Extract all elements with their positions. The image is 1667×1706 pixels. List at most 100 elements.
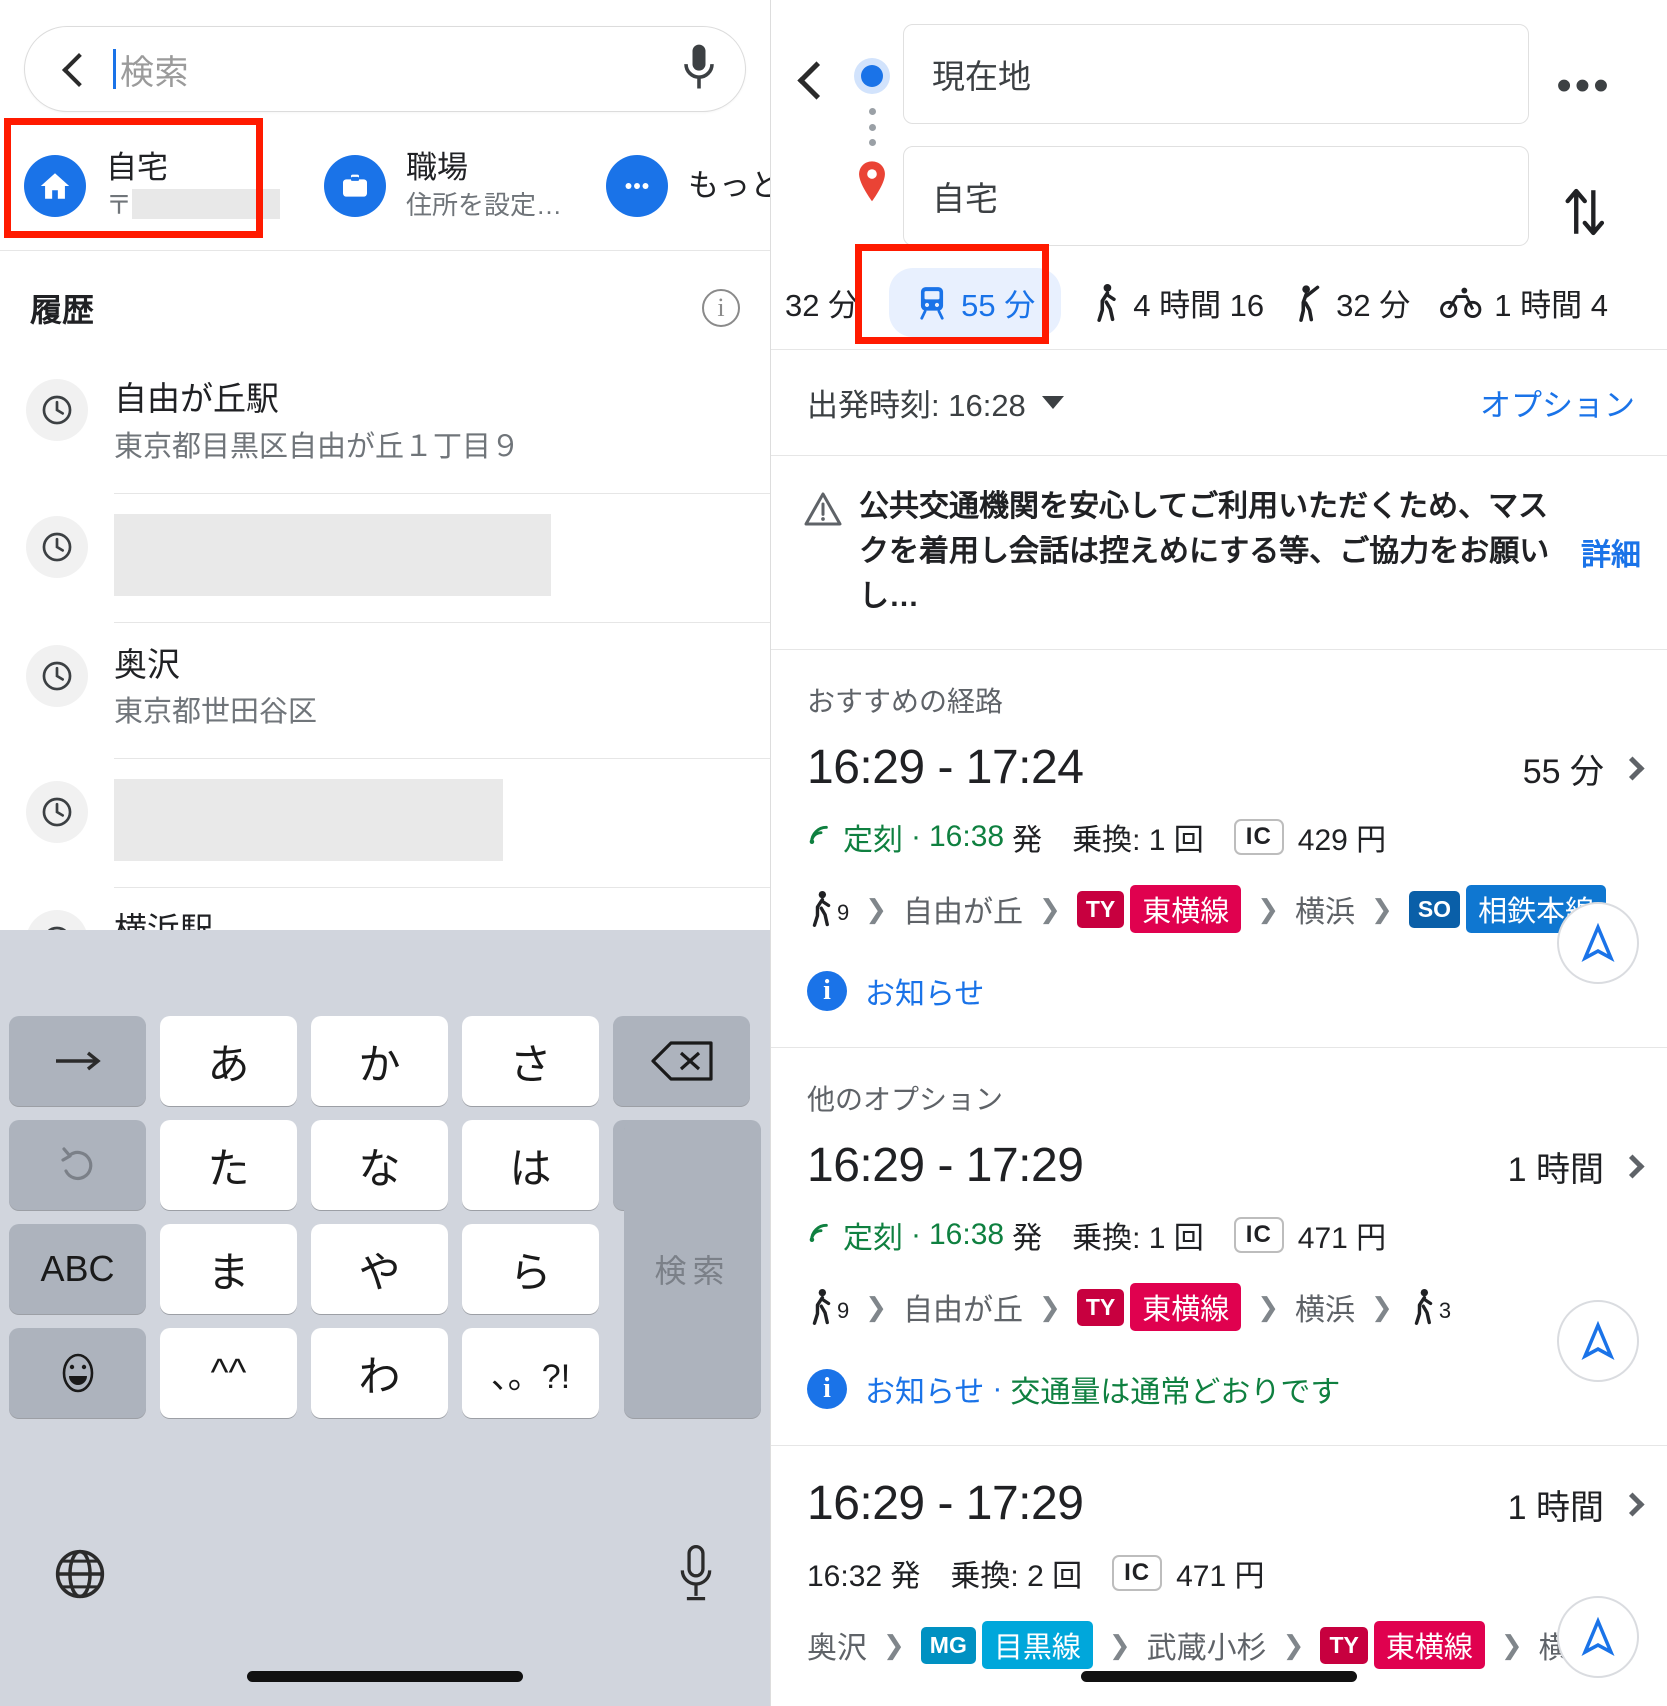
key-search[interactable]: 検索 xyxy=(624,1120,761,1418)
route-fields: 現在地 自宅 xyxy=(903,24,1529,246)
route-meta: 定刻 · 16:38 発 乗換: 1 回 IC 471 円 xyxy=(807,1213,1641,1257)
info-outline-icon[interactable]: i xyxy=(702,289,740,327)
mode-cycling-label: 1 時間 4 xyxy=(1494,288,1608,323)
history-item-address: 東京都世田谷区 xyxy=(114,696,318,729)
route-legs: 奥沢 ❯ MG 目黒線 ❯ 武蔵小杉 ❯ TY 東横線 ❯ 横浜 xyxy=(807,1621,1641,1669)
leg-station: 奥沢 xyxy=(807,1632,867,1665)
route-card[interactable]: 16:29 - 17:29 1 時間 16:32 発 乗換: 2 回 IC 47… xyxy=(771,1446,1667,1706)
route-card[interactable]: 16:29 - 17:24 55 分 定刻 · 16:38 発 乗換: 1 回 … xyxy=(771,728,1667,1047)
more-horizontal-icon[interactable]: ••• xyxy=(1556,64,1611,108)
key-sa[interactable]: さ xyxy=(462,1016,599,1106)
transit-advisory-detail-link[interactable]: 詳細 xyxy=(1581,530,1641,574)
shortcut-home-label: 自宅 xyxy=(106,150,168,186)
leg-separator-icon: ❯ xyxy=(1282,1629,1305,1660)
leg-walk-minutes: 3 xyxy=(1438,1298,1452,1323)
history-item[interactable]: 奥沢 東京都世田谷区 xyxy=(0,623,770,760)
route-depart-time: 16:32 発 xyxy=(807,1560,921,1593)
options-link[interactable]: オプション xyxy=(1480,380,1635,425)
navigate-arrow-icon[interactable] xyxy=(1557,1300,1639,1382)
history-item[interactable]: 自由が丘駅 東京都目黒区自由が丘１丁目９ xyxy=(0,357,770,494)
route-depart-time: 16:38 xyxy=(929,820,1005,853)
route-fare: 471 円 xyxy=(1176,1560,1265,1593)
mode-rideshare[interactable]: 32 分 xyxy=(1294,280,1410,325)
search-input[interactable]: 検索 xyxy=(120,45,679,94)
destination-field[interactable]: 自宅 xyxy=(903,146,1529,246)
line-code-badge: TY xyxy=(1076,890,1125,928)
shortcut-more[interactable]: もっと見る xyxy=(606,155,770,217)
route-notice-label: お知らせ xyxy=(865,1376,985,1409)
leg-separator-icon: ❯ xyxy=(1108,1629,1131,1660)
key-wa[interactable]: わ xyxy=(311,1328,448,1418)
key-ka[interactable]: か xyxy=(311,1016,448,1106)
key-ra[interactable]: ら xyxy=(462,1224,599,1314)
key-ya[interactable]: や xyxy=(311,1224,448,1314)
departure-time-row: 出発時刻: 16:28 オプション xyxy=(771,350,1667,456)
line-name-chip: 東横線 xyxy=(1130,1283,1242,1331)
key-na[interactable]: な xyxy=(311,1120,448,1210)
key-kaomoji[interactable]: ^^ xyxy=(160,1328,297,1418)
route-notice[interactable]: i お知らせ xyxy=(807,933,1641,1047)
navigate-arrow-icon[interactable] xyxy=(1557,1596,1639,1678)
key-backspace[interactable] xyxy=(613,1016,750,1106)
route-card[interactable]: 16:29 - 17:29 1 時間 定刻 · 16:38 発 乗換: 1 回 … xyxy=(771,1126,1667,1445)
origin-field[interactable]: 現在地 xyxy=(903,24,1529,124)
keyboard-bottom-bar xyxy=(0,1543,770,1610)
mode-transit-label: 55 分 xyxy=(961,288,1036,323)
departure-time-selector[interactable]: 出発時刻: 16:28 xyxy=(807,380,1064,425)
mode-walking[interactable]: 4 時間 16 xyxy=(1091,280,1264,325)
history-item[interactable] xyxy=(0,494,770,623)
key-undo[interactable] xyxy=(9,1120,146,1210)
line-code-badge: MG xyxy=(920,1626,976,1664)
chevron-right-icon xyxy=(1620,756,1645,781)
key-punctuation[interactable]: 、。?! xyxy=(462,1328,599,1418)
redacted-history-entry xyxy=(114,779,503,862)
key-ta[interactable]: た xyxy=(160,1120,297,1210)
mode-rideshare-label: 32 分 xyxy=(1336,288,1411,323)
section-label-other-options: 他のオプション xyxy=(807,1084,1004,1115)
leg-station: 武蔵小杉 xyxy=(1146,1632,1267,1665)
leg-station: 横浜 xyxy=(1295,896,1356,929)
search-panel: 検索 自宅 〒 職場 住所を設定… もっと 履歴 i 自由が丘駅 東京都目黒区自… xyxy=(0,0,770,1706)
dotted-connector xyxy=(868,100,876,154)
route-meta: 16:32 発 乗換: 2 回 IC 471 円 xyxy=(807,1551,1641,1595)
back-chevron-icon[interactable] xyxy=(57,52,91,86)
transit-icon xyxy=(915,285,949,321)
shortcut-work[interactable]: 職場 住所を設定… xyxy=(324,149,562,223)
info-icon: i xyxy=(807,971,847,1011)
key-a[interactable]: あ xyxy=(160,1016,297,1106)
mode-driving[interactable]: 32 分 xyxy=(785,280,859,325)
navigate-arrow-icon[interactable] xyxy=(1557,902,1639,984)
mode-cycling[interactable]: 1 時間 4 xyxy=(1440,280,1608,325)
leg-separator-icon: ❯ xyxy=(1371,893,1393,924)
swap-vertical-icon[interactable] xyxy=(1562,184,1606,245)
key-ha[interactable]: は xyxy=(462,1120,599,1210)
history-item-name: 自由が丘駅 xyxy=(114,380,279,417)
back-chevron-icon[interactable] xyxy=(793,60,831,98)
mode-transit[interactable]: 55 分 xyxy=(889,268,1062,337)
line-name-chip: 東横線 xyxy=(1373,1621,1485,1669)
section-label-recommended: おすすめの経路 xyxy=(807,686,1004,717)
search-bar[interactable]: 検索 xyxy=(24,26,746,112)
history-item[interactable] xyxy=(0,759,770,889)
chevron-down-icon xyxy=(1041,396,1064,409)
key-ma[interactable]: ま xyxy=(160,1224,297,1314)
chevron-right-icon xyxy=(1620,1154,1645,1179)
route-header: 16:29 - 17:24 55 分 xyxy=(807,728,1645,795)
key-abc[interactable]: ABC xyxy=(9,1224,146,1314)
globe-icon[interactable] xyxy=(52,1546,108,1607)
shortcut-home[interactable]: 自宅 〒 xyxy=(24,149,281,223)
route-notice[interactable]: i お知らせ · 交通量は通常どおりです xyxy=(807,1331,1641,1445)
text-cursor xyxy=(113,49,116,89)
work-briefcase-icon xyxy=(324,155,387,217)
leg-station: 自由が丘 xyxy=(903,1294,1024,1327)
key-emoji[interactable] xyxy=(9,1328,146,1418)
ic-fare-badge: IC xyxy=(1233,819,1284,855)
route-transfers: 乗換: 1 回 xyxy=(1072,824,1204,857)
clock-icon xyxy=(26,515,88,578)
microphone-icon[interactable] xyxy=(679,43,719,95)
live-status-icon xyxy=(807,820,835,854)
microphone-icon[interactable] xyxy=(674,1543,718,1610)
shortcut-work-label: 職場 xyxy=(406,150,469,186)
home-indicator xyxy=(247,1671,523,1682)
key-arrow-right[interactable] xyxy=(9,1016,146,1106)
